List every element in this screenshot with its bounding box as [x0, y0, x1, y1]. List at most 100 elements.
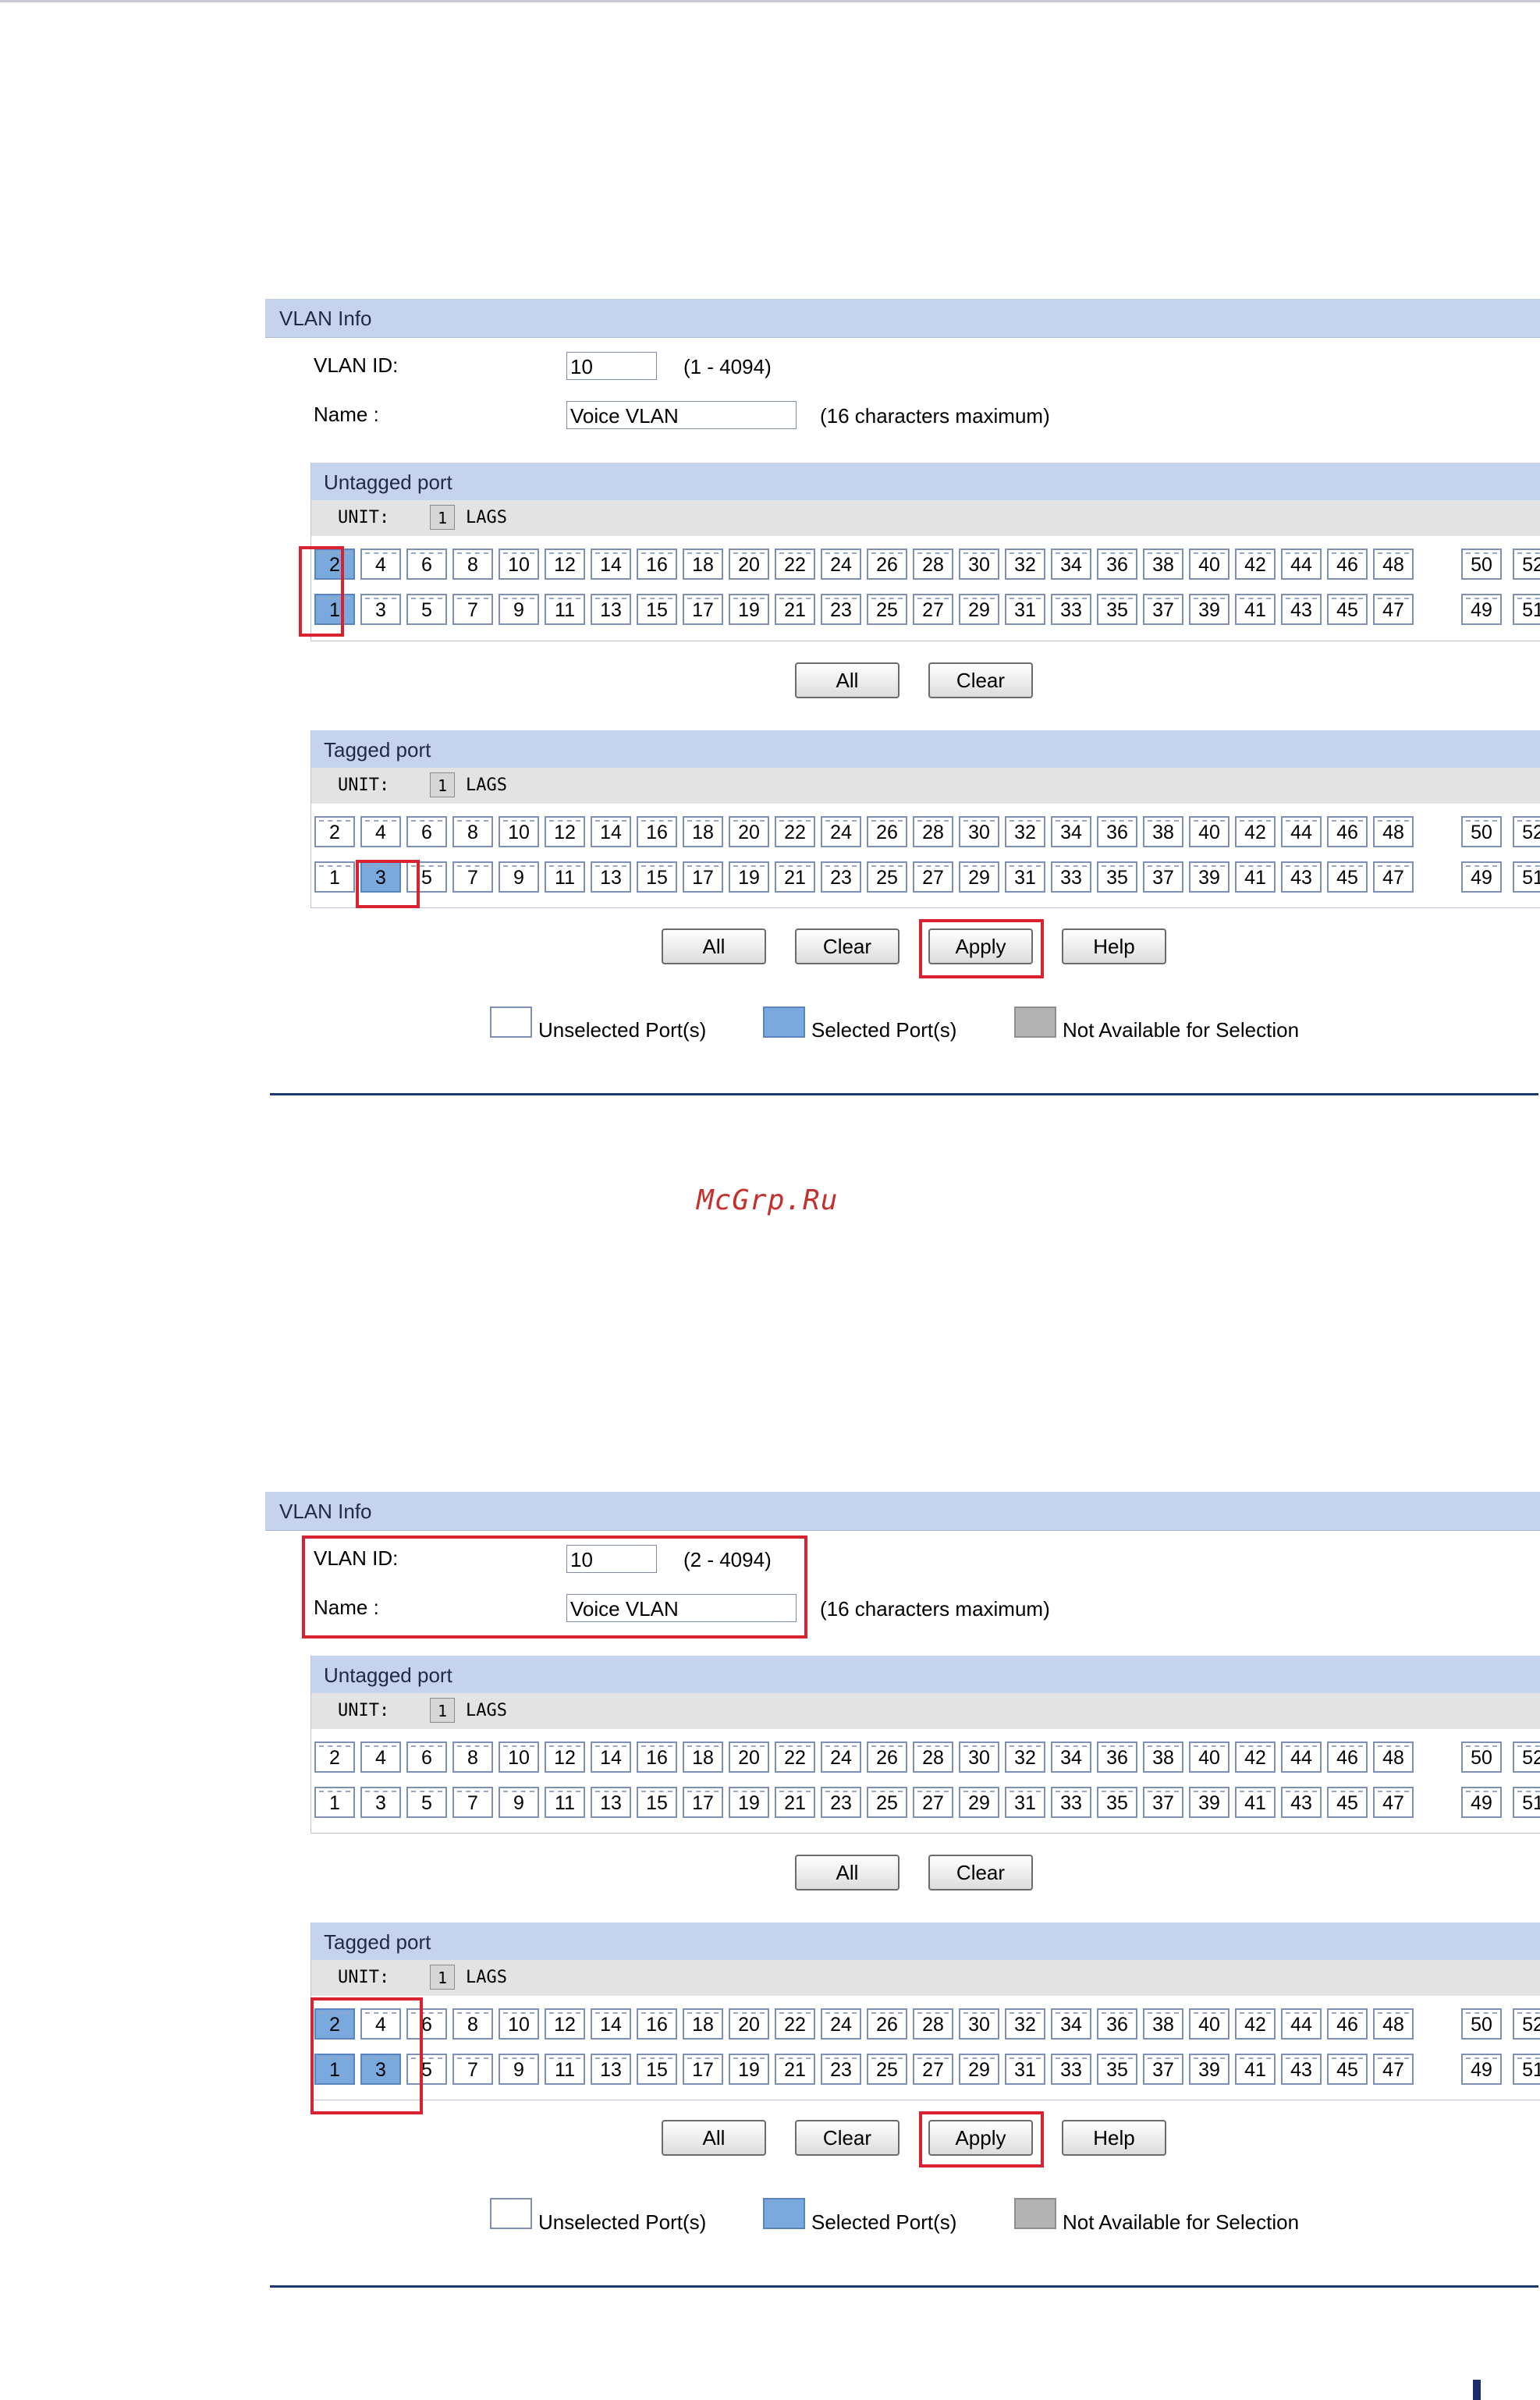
untagged-port-28[interactable]: 28	[913, 1741, 953, 1773]
tagged-port-14[interactable]: 14	[591, 816, 631, 847]
untagged-port-45[interactable]: 45	[1327, 594, 1368, 625]
untagged-port-48[interactable]: 48	[1373, 1741, 1414, 1773]
tagged-port-21[interactable]: 21	[775, 2054, 815, 2085]
untagged-port-21[interactable]: 21	[775, 594, 815, 625]
lags-link[interactable]: LAGS	[466, 508, 507, 527]
untagged-port-11[interactable]: 11	[545, 594, 585, 625]
untagged-port-49[interactable]: 49	[1461, 594, 1502, 625]
untagged-port-15[interactable]: 15	[637, 1787, 677, 1818]
tagged-clear-button[interactable]: Clear	[795, 2120, 900, 2156]
untagged-port-50[interactable]: 50	[1461, 549, 1502, 580]
untagged-port-43[interactable]: 43	[1281, 594, 1322, 625]
untagged-port-5[interactable]: 5	[406, 1787, 447, 1818]
tagged-port-15[interactable]: 15	[637, 2054, 677, 2085]
tagged-port-24[interactable]: 24	[821, 816, 861, 847]
tagged-port-43[interactable]: 43	[1281, 861, 1322, 893]
tagged-port-37[interactable]: 37	[1143, 2054, 1183, 2085]
untagged-port-7[interactable]: 7	[452, 1787, 493, 1818]
tagged-all-button[interactable]: All	[662, 2120, 766, 2156]
untagged-port-41[interactable]: 41	[1235, 594, 1276, 625]
untagged-port-44[interactable]: 44	[1281, 1741, 1322, 1773]
tagged-port-43[interactable]: 43	[1281, 2054, 1322, 2085]
tagged-port-8[interactable]: 8	[452, 2008, 493, 2040]
tagged-port-35[interactable]: 35	[1097, 2054, 1137, 2085]
tagged-port-52[interactable]: 52	[1513, 2008, 1540, 2040]
tagged-port-36[interactable]: 36	[1097, 2008, 1137, 2040]
untagged-port-39[interactable]: 39	[1189, 1787, 1230, 1818]
untagged-port-37[interactable]: 37	[1143, 594, 1183, 625]
untagged-port-8[interactable]: 8	[452, 1741, 493, 1773]
tagged-port-51[interactable]: 51	[1513, 861, 1540, 893]
help-button[interactable]: Help	[1062, 2120, 1166, 2156]
tagged-port-31[interactable]: 31	[1005, 2054, 1045, 2085]
tagged-port-16[interactable]: 16	[637, 816, 677, 847]
untagged-port-19[interactable]: 19	[729, 594, 769, 625]
untagged-port-46[interactable]: 46	[1327, 1741, 1368, 1773]
tagged-port-30[interactable]: 30	[959, 2008, 999, 2040]
tagged-port-25[interactable]: 25	[867, 2054, 907, 2085]
tagged-port-27[interactable]: 27	[913, 861, 953, 893]
untagged-port-11[interactable]: 11	[545, 1787, 585, 1818]
untagged-port-4[interactable]: 4	[360, 549, 401, 580]
untagged-port-16[interactable]: 16	[637, 1741, 677, 1773]
tagged-port-9[interactable]: 9	[499, 2054, 539, 2085]
untagged-port-24[interactable]: 24	[821, 1741, 861, 1773]
untagged-port-16[interactable]: 16	[637, 549, 677, 580]
untagged-port-32[interactable]: 32	[1005, 549, 1045, 580]
tagged-port-29[interactable]: 29	[959, 861, 999, 893]
untagged-port-15[interactable]: 15	[637, 594, 677, 625]
tagged-port-41[interactable]: 41	[1235, 2054, 1276, 2085]
tagged-port-16[interactable]: 16	[637, 2008, 677, 2040]
untagged-port-25[interactable]: 25	[867, 594, 907, 625]
untagged-port-36[interactable]: 36	[1097, 549, 1137, 580]
tagged-port-12[interactable]: 12	[545, 816, 585, 847]
untagged-port-35[interactable]: 35	[1097, 594, 1137, 625]
tagged-port-18[interactable]: 18	[683, 2008, 723, 2040]
lags-link[interactable]: LAGS	[466, 1701, 507, 1720]
tagged-port-9[interactable]: 9	[499, 861, 539, 893]
tagged-port-20[interactable]: 20	[729, 2008, 769, 2040]
untagged-port-21[interactable]: 21	[775, 1787, 815, 1818]
tagged-port-15[interactable]: 15	[637, 861, 677, 893]
untagged-port-41[interactable]: 41	[1235, 1787, 1276, 1818]
tagged-port-22[interactable]: 22	[775, 816, 815, 847]
tagged-port-48[interactable]: 48	[1373, 2008, 1414, 2040]
untagged-port-18[interactable]: 18	[683, 1741, 723, 1773]
tagged-port-23[interactable]: 23	[821, 861, 861, 893]
tagged-port-33[interactable]: 33	[1051, 861, 1091, 893]
tagged-port-39[interactable]: 39	[1189, 2054, 1230, 2085]
untagged-port-29[interactable]: 29	[959, 594, 999, 625]
untagged-port-17[interactable]: 17	[683, 594, 723, 625]
tagged-port-33[interactable]: 33	[1051, 2054, 1091, 2085]
tagged-all-button[interactable]: All	[662, 928, 766, 964]
untagged-port-13[interactable]: 13	[591, 594, 631, 625]
untagged-port-22[interactable]: 22	[775, 549, 815, 580]
unit-number-button[interactable]: 1	[430, 772, 455, 797]
untagged-port-24[interactable]: 24	[821, 549, 861, 580]
tagged-port-30[interactable]: 30	[959, 816, 999, 847]
untagged-port-30[interactable]: 30	[959, 549, 999, 580]
tagged-port-27[interactable]: 27	[913, 2054, 953, 2085]
tagged-port-39[interactable]: 39	[1189, 861, 1230, 893]
tagged-port-42[interactable]: 42	[1235, 816, 1276, 847]
tagged-port-13[interactable]: 13	[591, 861, 631, 893]
untagged-port-2[interactable]: 2	[314, 1741, 355, 1773]
untagged-port-13[interactable]: 13	[591, 1787, 631, 1818]
tagged-port-20[interactable]: 20	[729, 816, 769, 847]
tagged-port-34[interactable]: 34	[1051, 816, 1091, 847]
untagged-port-36[interactable]: 36	[1097, 1741, 1137, 1773]
tagged-port-14[interactable]: 14	[591, 2008, 631, 2040]
tagged-port-13[interactable]: 13	[591, 2054, 631, 2085]
untagged-port-52[interactable]: 52	[1513, 1741, 1540, 1773]
untagged-port-5[interactable]: 5	[406, 594, 447, 625]
untagged-port-9[interactable]: 9	[499, 594, 539, 625]
tagged-port-41[interactable]: 41	[1235, 861, 1276, 893]
untagged-port-10[interactable]: 10	[499, 549, 539, 580]
tagged-port-26[interactable]: 26	[867, 816, 907, 847]
untagged-port-34[interactable]: 34	[1051, 1741, 1091, 1773]
untagged-port-20[interactable]: 20	[729, 549, 769, 580]
tagged-port-47[interactable]: 47	[1373, 2054, 1414, 2085]
tagged-port-40[interactable]: 40	[1189, 816, 1230, 847]
tagged-port-10[interactable]: 10	[499, 2008, 539, 2040]
untagged-port-18[interactable]: 18	[683, 549, 723, 580]
